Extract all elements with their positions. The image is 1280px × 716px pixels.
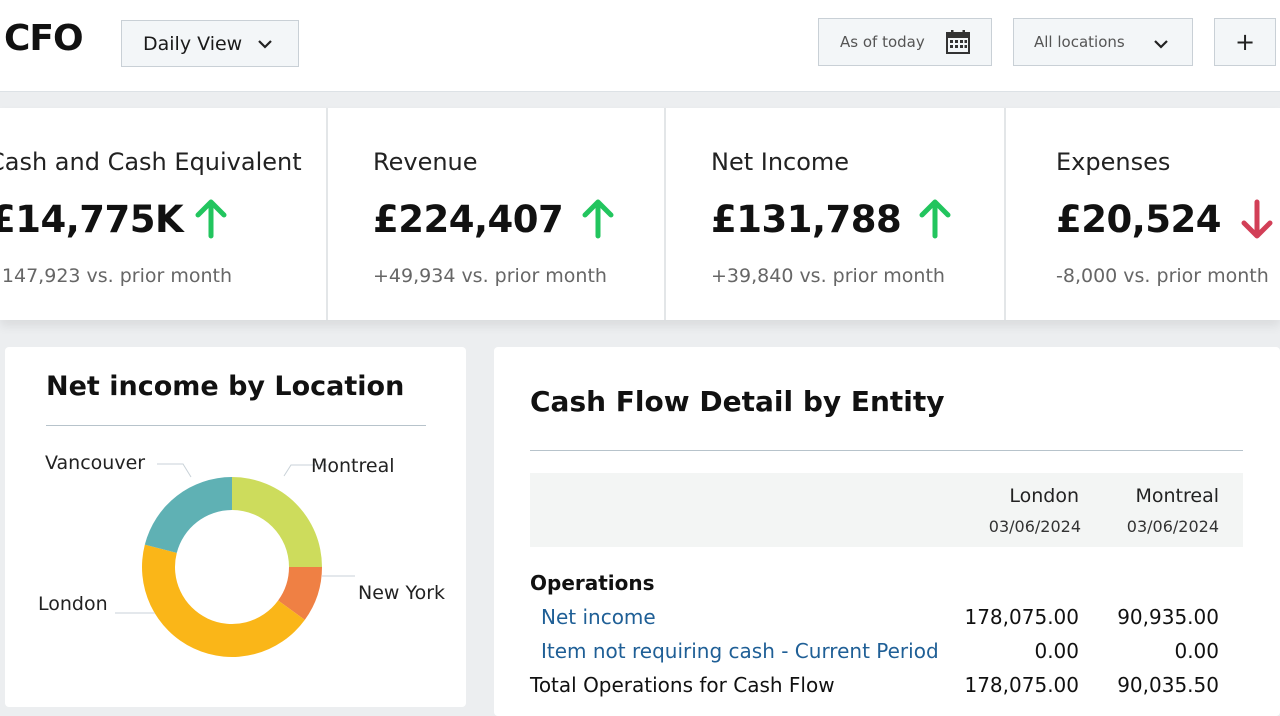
date-picker-button[interactable]: As of today: [818, 18, 992, 66]
view-select-label: Daily View: [143, 32, 243, 55]
divider: [530, 450, 1243, 451]
cash-flow-card: Cash Flow Detail by Entity London 03/06/…: [494, 347, 1280, 716]
kpi-label: Revenue: [373, 148, 478, 176]
kpi-card-cash[interactable]: Cash and Cash Equivalent £14,775K +147,9…: [0, 108, 328, 320]
date-picker-label: As of today: [840, 33, 925, 51]
net-income-location-card: Net income by Location Montreal New York…: [5, 347, 466, 707]
leader-line-vancouver: [157, 463, 192, 478]
row-label-total-operations: Total Operations for Cash Flow: [530, 673, 835, 697]
column-date-london: 03/06/2024: [988, 517, 1081, 536]
location-select-label: All locations: [1034, 33, 1125, 51]
row-label-net-income[interactable]: Net income: [541, 605, 656, 629]
column-date-montreal: 03/06/2024: [1126, 517, 1219, 536]
kpi-label: Cash and Cash Equivalent: [0, 148, 302, 176]
cash-flow-title: Cash Flow Detail by Entity: [530, 385, 945, 418]
cell-value: 0.00: [1034, 639, 1079, 663]
location-select[interactable]: All locations: [1013, 18, 1193, 66]
column-header-montreal[interactable]: Montreal: [1135, 485, 1219, 507]
kpi-strip: Cash and Cash Equivalent £14,775K +147,9…: [0, 108, 1280, 320]
cell-value: 90,035.50: [1117, 673, 1219, 697]
donut-chart: [115, 463, 355, 657]
kpi-value: £131,788: [711, 198, 902, 241]
add-button[interactable]: +: [1214, 18, 1276, 66]
kpi-value: £20,524: [1056, 198, 1222, 241]
donut-slice-montreal[interactable]: [232, 477, 322, 567]
kpi-value: £224,407: [373, 198, 564, 241]
calendar-icon: [946, 30, 970, 54]
kpi-label: Net Income: [711, 148, 850, 176]
pie-label-montreal: Montreal: [311, 455, 395, 477]
kpi-delta: +49,934 vs. prior month: [373, 265, 607, 287]
section-operations: Operations: [530, 571, 655, 595]
donut-slice-vancouver[interactable]: [144, 477, 232, 553]
kpi-card-revenue[interactable]: Revenue £224,407 +49,934 vs. prior month: [328, 108, 666, 320]
pie-label-london: London: [38, 593, 108, 615]
column-header-london[interactable]: London: [1009, 485, 1079, 507]
arrow-up-icon: [195, 199, 227, 239]
chevron-down-icon: [258, 40, 272, 49]
app-title: CFO: [4, 18, 84, 59]
cell-value: 178,075.00: [964, 673, 1079, 697]
kpi-label: Expenses: [1056, 148, 1171, 176]
top-header: CFO Daily View As of today All locations: [0, 0, 1280, 92]
pie-label-new-york: New York: [358, 582, 446, 604]
cell-value: 90,935.00: [1117, 605, 1219, 629]
kpi-delta: +39,840 vs. prior month: [711, 265, 945, 287]
chevron-down-icon: [1154, 40, 1168, 49]
arrow-up-icon: [582, 199, 614, 239]
kpi-card-expenses[interactable]: Expenses £20,524 -8,000 vs. prior month: [1006, 108, 1280, 320]
kpi-card-net-income[interactable]: Net Income £131,788 +39,840 vs. prior mo…: [666, 108, 1006, 320]
table-header: London 03/06/2024 Montreal 03/06/2024: [530, 473, 1243, 547]
arrow-up-icon: [919, 199, 951, 239]
row-label-non-cash-items[interactable]: Item not requiring cash - Current Period: [541, 639, 939, 663]
kpi-delta: -8,000 vs. prior month: [1056, 265, 1269, 287]
kpi-delta: +147,923 vs. prior month: [0, 265, 233, 287]
kpi-value: £14,775K: [0, 198, 184, 241]
pie-label-vancouver: Vancouver: [45, 452, 146, 474]
cell-value: 178,075.00: [964, 605, 1079, 629]
cell-value: 0.00: [1174, 639, 1219, 663]
arrow-down-icon: [1241, 199, 1273, 239]
view-select[interactable]: Daily View: [121, 20, 299, 67]
